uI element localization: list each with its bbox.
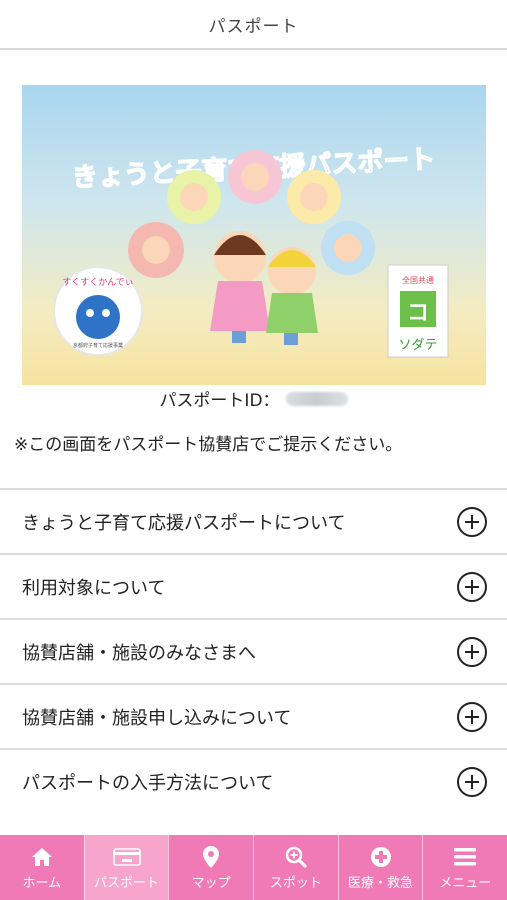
present-notice: ※この画面をパスポート協賛店でご提示ください。: [14, 435, 403, 455]
accordion-item-eligibility[interactable]: 利用対象について: [0, 553, 507, 618]
hamburger-menu-icon: [454, 844, 477, 870]
expand-plus-icon[interactable]: [457, 701, 487, 732]
app-header: パスポート: [0, 0, 507, 50]
info-accordion: きょうと子育て応援パスポートについて 利用対象について 協賛店舗・施設のみなさま…: [0, 488, 507, 813]
accordion-item-sponsor-application[interactable]: 協賛店舗・施設申し込みについて: [0, 683, 507, 748]
page-title: パスポート: [208, 16, 299, 37]
sukusuku-candy-badge: すくすくかんでぃ 京都府子育て応援事業: [53, 266, 143, 356]
map-pin-icon: [203, 844, 220, 870]
badge-right-bottom: ソダテ: [398, 338, 437, 353]
accordion-label: 協賛店舗・施設申し込みについて: [22, 707, 292, 729]
accordion-item-for-sponsors[interactable]: 協賛店舗・施設のみなさまへ: [0, 618, 507, 683]
tab-label: スポット: [269, 876, 322, 891]
accordion-label: 利用対象について: [22, 577, 166, 599]
tab-map[interactable]: マップ: [168, 835, 253, 900]
badge-left-small: 京都府子育て応援事業: [73, 342, 123, 349]
tab-spot[interactable]: スポット: [253, 835, 338, 900]
accordion-label: パスポートの入手方法について: [22, 772, 274, 794]
tab-medical[interactable]: 医療・救急: [337, 835, 423, 900]
accordion-label: 協賛店舗・施設のみなさまへ: [22, 642, 256, 664]
passport-id-row: パスポートID：: [0, 386, 507, 411]
kosodate-badge: 全国共通 コ ソダテ: [387, 264, 449, 358]
accordion-item-about-passport[interactable]: きょうと子育て応援パスポートについて: [0, 488, 507, 553]
badge-left-text: すくすくかんでぃ: [62, 277, 134, 288]
search-icon: [285, 844, 307, 870]
passport-id-label: パスポートID：: [159, 391, 280, 411]
passport-id-value-redacted: [285, 391, 348, 406]
tab-label: マップ: [191, 876, 231, 891]
accordion-label: きょうと子育て応援パスポートについて: [22, 512, 346, 534]
tab-passport[interactable]: パスポート: [83, 835, 169, 900]
passport-card-image: きょうと子育て応援パスポート: [22, 85, 486, 385]
svg-text:コ: コ: [407, 301, 429, 326]
tab-label: メニュー: [439, 876, 492, 891]
tab-home[interactable]: ホーム: [0, 835, 84, 900]
accordion-item-how-to-get[interactable]: パスポートの入手方法について: [0, 748, 507, 813]
expand-plus-icon[interactable]: [457, 506, 487, 537]
bottom-tab-bar: ホーム パスポート マップ スポット 医療・救急 メニュー: [0, 835, 507, 900]
tab-label: ホーム: [22, 876, 62, 891]
expand-plus-icon[interactable]: [457, 766, 487, 797]
children-illustration: [210, 231, 318, 345]
expand-plus-icon[interactable]: [457, 636, 487, 667]
tab-menu[interactable]: メニュー: [422, 835, 507, 900]
passport-card-icon: [112, 844, 141, 870]
badge-right-top: 全国共通: [402, 275, 434, 285]
home-icon: [31, 844, 53, 870]
tab-label: 医療・救急: [348, 876, 414, 891]
medical-cross-icon: [370, 844, 392, 870]
passport-illustration: きょうと子育て応援パスポート: [53, 143, 449, 358]
tab-label: パスポート: [94, 876, 160, 891]
expand-plus-icon[interactable]: [457, 571, 487, 602]
